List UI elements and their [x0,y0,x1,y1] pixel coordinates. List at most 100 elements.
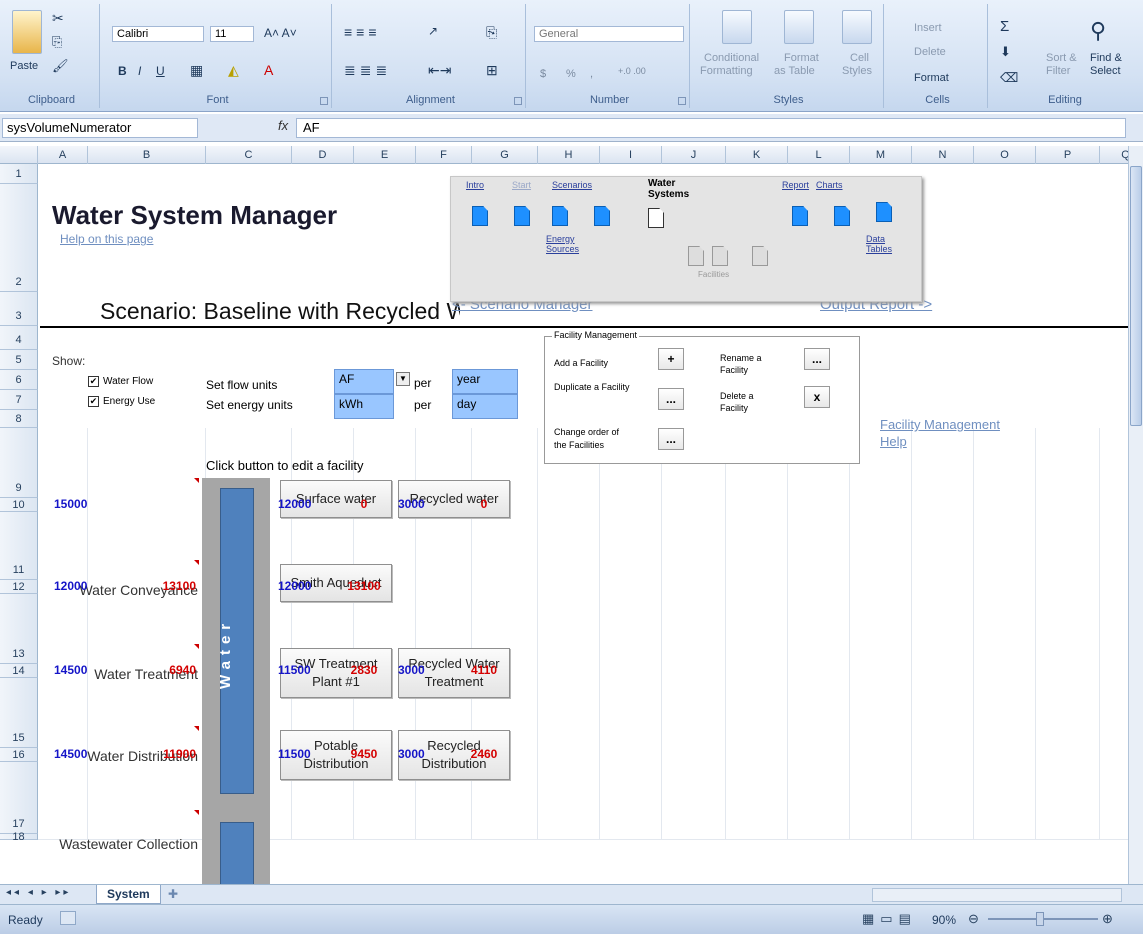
row-header-5[interactable]: 5 [0,350,38,370]
tab-system[interactable]: System [96,885,161,904]
column-header-H[interactable]: H [538,146,600,164]
water-flow-checkbox[interactable]: ✔ Water Flow [88,376,153,387]
conditional-formatting-button[interactable]: Conditional [704,52,759,64]
add-facility-button[interactable]: + [658,348,684,370]
row-header-13[interactable]: 13 [0,594,38,664]
nav-scenarios-link[interactable]: Scenarios [552,180,592,190]
tab-scroll-icons[interactable]: ◂◂ ◂ ▸ ▸▸ [6,887,71,898]
nav-page-icon[interactable] [834,206,850,226]
merge-icon[interactable]: ⊞ [486,62,498,79]
orientation-icon[interactable]: ↗ [428,24,438,38]
new-sheet-icon[interactable]: ✚ [168,887,178,901]
nav-charts-link[interactable]: Charts [816,180,843,190]
flow-unit-dropdown-icon[interactable]: ▼ [396,372,410,386]
change-order-button[interactable]: ... [658,428,684,450]
alignment-launcher-icon[interactable] [514,97,522,105]
find-select-button[interactable]: Find & [1090,52,1122,64]
facility-help-link[interactable]: Facility Management Help [880,416,1010,450]
nav-page-icon[interactable] [594,206,610,226]
italic-icon[interactable]: I [138,64,141,78]
row-header-16[interactable]: 16 [0,748,38,762]
column-header-G[interactable]: G [472,146,538,164]
column-header-D[interactable]: D [292,146,354,164]
paste-button[interactable]: Paste [10,60,38,72]
nav-tables-label[interactable]: Tables [866,244,892,254]
flow-unit-input[interactable]: AF [334,369,394,394]
delete-button[interactable]: Delete [914,46,946,58]
percent-icon[interactable]: % [566,68,576,80]
row-header-18[interactable]: 18 [0,832,38,843]
cell-styles-button[interactable]: Cell [850,52,869,64]
autosum-icon[interactable]: Σ [1000,18,1009,35]
column-header-O[interactable]: O [974,146,1036,164]
view-buttons-icon[interactable]: ▦▭▤ [862,911,917,927]
nav-intro-link[interactable]: Intro [466,180,484,190]
select-all-corner[interactable] [0,146,38,164]
sort-filter-button[interactable]: Sort & [1046,52,1077,64]
rename-facility-button[interactable]: ... [804,348,830,370]
increase-decimal-icon[interactable]: +.0 .00 [618,66,646,76]
clear-icon[interactable]: ⌫ [1000,70,1018,86]
checkbox-check-icon[interactable]: ✔ [88,396,99,407]
currency-icon[interactable]: $ [540,68,546,80]
nav-page-icon[interactable] [472,206,488,226]
row-header-10[interactable]: 10 [0,498,38,512]
row-header-1[interactable]: 1 [0,164,38,184]
nav-sources-label[interactable]: Sources [546,244,579,254]
font-size-box[interactable]: 11 [210,26,254,42]
worksheet[interactable]: 1 2 3 4 5 6 7 8 9 10 11 12 13 14 15 16 17 18 Water System … [0,164,1128,884]
horizontal-align-icons[interactable]: ≣≣≣ [344,62,391,79]
paste-icon[interactable] [12,10,42,54]
insert-button[interactable]: Insert [914,22,942,34]
nav-page-icon[interactable] [552,206,568,226]
row-header-14[interactable]: 14 [0,664,38,678]
column-header-B[interactable]: B [88,146,206,164]
row-header-6[interactable]: 6 [0,370,38,390]
formula-input[interactable]: AF [296,118,1126,138]
cell-styles-icon[interactable] [842,10,872,44]
copy-icon[interactable]: ⎘ [52,34,62,50]
column-header-J[interactable]: J [662,146,726,164]
nav-energy-link[interactable]: Energy [546,234,575,244]
column-header-F[interactable]: F [416,146,472,164]
column-header-I[interactable]: I [600,146,662,164]
nav-data-tables-icon[interactable] [876,202,892,222]
energy-period-input[interactable]: day [452,394,518,419]
fx-icon[interactable]: fx [278,118,288,133]
bold-icon[interactable]: B [118,64,127,78]
scroll-thumb[interactable] [1130,166,1142,426]
column-header-L[interactable]: L [788,146,850,164]
font-launcher-icon[interactable] [320,97,328,105]
macro-record-icon[interactable] [60,911,76,925]
comma-icon[interactable]: , [590,68,593,80]
name-box[interactable]: sysVolumeNumerator [2,118,198,138]
row-header-4[interactable]: 4 [0,326,38,350]
zoom-slider-thumb[interactable] [1036,912,1044,926]
number-launcher-icon[interactable] [678,97,686,105]
nav-start-link[interactable]: Start [512,180,531,190]
column-header-M[interactable]: M [850,146,912,164]
format-as-table-icon[interactable] [784,10,814,44]
borders-icon[interactable]: ▦ [190,62,203,79]
indent-icons[interactable]: ⇤⇥ [428,62,451,79]
column-header-C[interactable]: C [206,146,292,164]
format-painter-icon[interactable]: 🖌 [52,58,69,74]
row-header-3[interactable]: 3 [0,292,38,326]
nav-page-icon[interactable] [514,206,530,226]
fill-color-icon[interactable]: ◭ [228,62,239,79]
cut-icon[interactable]: ✂ [52,10,64,27]
column-header-P[interactable]: P [1036,146,1100,164]
row-header-2[interactable]: 2 [0,184,38,292]
font-color-icon[interactable]: A [264,62,273,78]
column-header-N[interactable]: N [912,146,974,164]
vertical-scrollbar[interactable] [1128,146,1143,884]
row-header-17[interactable]: 17 [0,762,38,834]
font-name-box[interactable]: Calibri [112,26,204,42]
column-header-A[interactable]: A [38,146,88,164]
fill-icon[interactable]: ⬇ [1000,44,1011,60]
delete-facility-button[interactable]: x [804,386,830,408]
flow-period-input[interactable]: year [452,369,518,394]
checkbox-check-icon[interactable]: ✔ [88,376,99,387]
energy-use-checkbox[interactable]: ✔ Energy Use [88,396,155,407]
energy-unit-input[interactable]: kWh [334,394,394,419]
